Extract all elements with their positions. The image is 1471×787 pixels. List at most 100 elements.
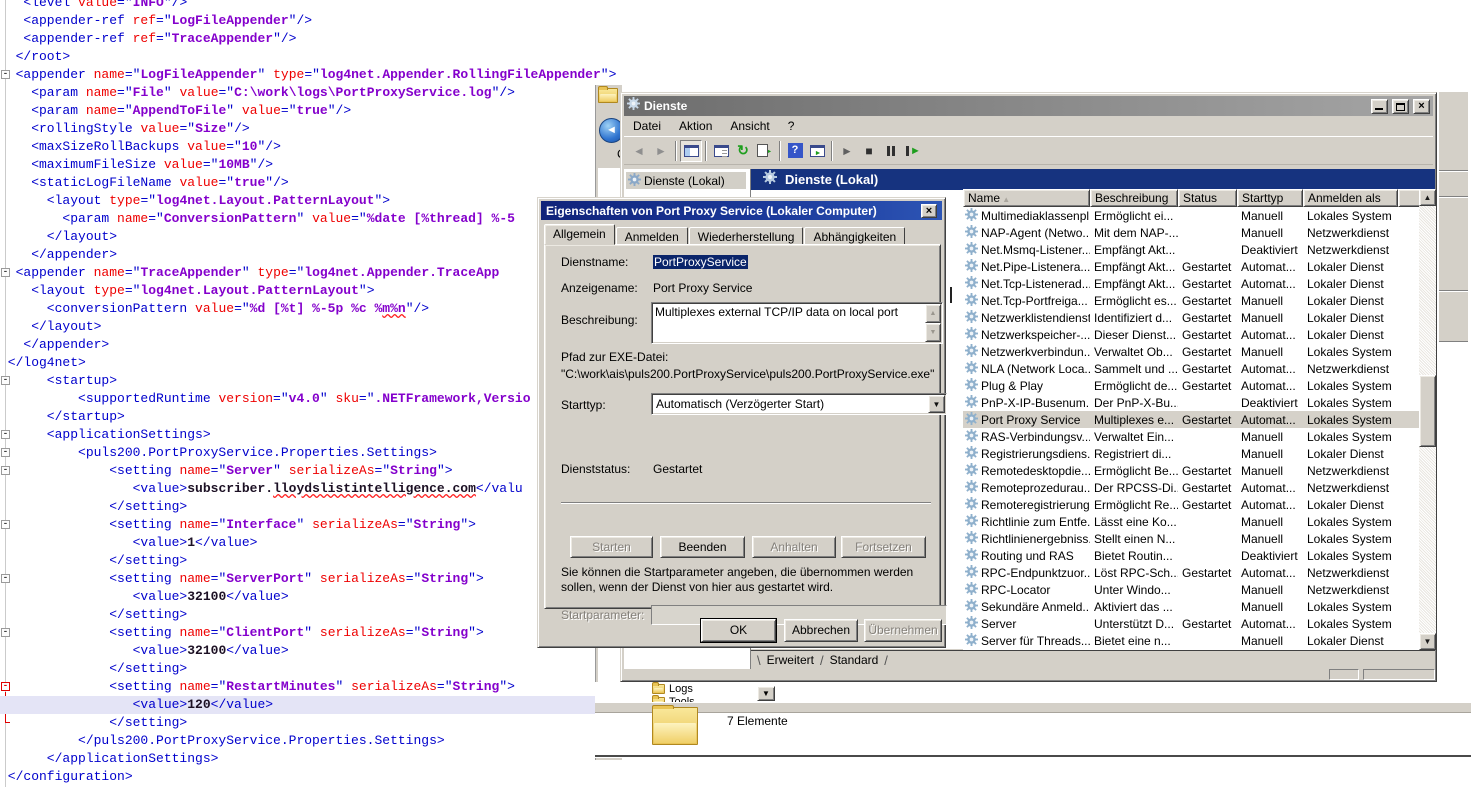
- code-line[interactable]: <level value="INFO"/>: [0, 0, 1471, 12]
- tab-allgemein[interactable]: Allgemein: [544, 224, 615, 245]
- dialog-titlebar[interactable]: Eigenschaften von Port Proxy Service (Lo…: [541, 201, 942, 220]
- fold-minus-icon[interactable]: -: [1, 70, 10, 79]
- scroll-up-icon[interactable]: ▲: [1419, 189, 1436, 206]
- column-header-name[interactable]: Name ▲: [963, 189, 1090, 207]
- refresh-icon[interactable]: ↻: [732, 140, 754, 162]
- service-row[interactable]: Server für Threads...Bietet eine n...Man…: [963, 632, 1419, 649]
- properties-icon[interactable]: [710, 140, 732, 162]
- column-header-beschreibung[interactable]: Beschreibung: [1090, 189, 1178, 207]
- code-line[interactable]: </configuration>: [0, 768, 1471, 786]
- service-row[interactable]: Plug & PlayErmöglicht de...GestartetAuto…: [963, 377, 1419, 394]
- service-row[interactable]: NetzwerklistendienstIdentifiziert d...Ge…: [963, 309, 1419, 326]
- forward-icon[interactable]: ►: [650, 140, 672, 162]
- fold-minus-icon[interactable]: -: [1, 520, 10, 529]
- services-window-titlebar[interactable]: Dienste ×: [624, 96, 1433, 116]
- service-row[interactable]: Multimediaklassenpl...Ermöglicht ei...Ma…: [963, 207, 1419, 224]
- fold-minus-icon[interactable]: -: [1, 376, 10, 385]
- beschreibung-textbox[interactable]: Multiplexes external TCP/IP data on loca…: [651, 302, 943, 344]
- menu-item-datei[interactable]: Datei: [624, 117, 670, 135]
- starttyp-combobox[interactable]: Automatisch (Verzögerter Start) ▼: [651, 393, 947, 415]
- code-line[interactable]: <value>120</value>: [0, 696, 596, 714]
- help-icon[interactable]: ?: [784, 140, 806, 162]
- tab-anmelden[interactable]: Anmelden: [616, 227, 688, 245]
- dialog-close-icon[interactable]: ×: [921, 204, 937, 218]
- view-tab-standard[interactable]: Standard: [830, 653, 879, 667]
- fold-minus-icon[interactable]: -: [1, 448, 10, 457]
- start-service-icon[interactable]: ►: [836, 140, 858, 162]
- service-gear-icon: [965, 582, 978, 598]
- code-line[interactable]: </root>: [0, 48, 1471, 66]
- ok-button[interactable]: OK: [701, 619, 776, 642]
- service-row[interactable]: RPC-Endpunktzuor...Löst RPC-Sch...Gestar…: [963, 564, 1419, 581]
- service-row[interactable]: Richtlinienergebniss...Stellt einen N...…: [963, 530, 1419, 547]
- service-row[interactable]: Port Proxy ServiceMultiplexes e...Gestar…: [963, 411, 1419, 428]
- fold-minus-icon[interactable]: -: [1, 682, 10, 691]
- service-row[interactable]: Net.Tcp-Listenerad...Empfängt Akt...Gest…: [963, 275, 1419, 292]
- tab-abhngigkeiten[interactable]: Abhängigkeiten: [804, 227, 905, 245]
- scrollbar-thumb[interactable]: [1419, 375, 1436, 447]
- service-row[interactable]: Routing und RASBietet Routin...Deaktivie…: [963, 547, 1419, 564]
- close-button[interactable]: ×: [1413, 99, 1430, 114]
- console-tree-icon[interactable]: [680, 140, 702, 162]
- fold-minus-icon[interactable]: -: [1, 466, 10, 475]
- service-row[interactable]: RAS-Verbindungsv...Verwaltet Ein...Manue…: [963, 428, 1419, 445]
- anhalten-button: Anhalten: [752, 536, 836, 558]
- service-row[interactable]: ServerUnterstützt D...GestartetAutomat..…: [963, 615, 1419, 632]
- service-row[interactable]: Net.Pipe-Listenera...Empfängt Akt...Gest…: [963, 258, 1419, 275]
- scroll-up-icon[interactable]: ▲: [925, 304, 941, 323]
- service-row[interactable]: Richtlinie zum Entfe...Lässt eine Ko...M…: [963, 513, 1419, 530]
- restart-service-icon[interactable]: ►: [902, 140, 924, 162]
- code-line[interactable]: <appender-ref ref="LogFileAppender"/>: [0, 12, 1471, 30]
- fold-minus-icon[interactable]: -: [1, 574, 10, 583]
- services-list[interactable]: Name ▲BeschreibungStatusStarttypAnmelden…: [963, 189, 1436, 650]
- service-row[interactable]: Netzwerkverbindun...Verwaltet Ob...Gesta…: [963, 343, 1419, 360]
- tab-wiederherstellung[interactable]: Wiederherstellung: [689, 227, 804, 245]
- menu-item-aktion[interactable]: Aktion: [670, 117, 721, 135]
- tree-item-dienste-lokal[interactable]: Dienste (Lokal): [626, 172, 746, 189]
- chevron-down-icon[interactable]: ▼: [928, 395, 945, 413]
- column-header-anmeldenals[interactable]: Anmelden als: [1303, 189, 1398, 207]
- service-row[interactable]: RPC-LocatorUnter Windo...ManuellNetzwerk…: [963, 581, 1419, 598]
- abbrechen-button[interactable]: Abbrechen: [784, 619, 858, 642]
- maximize-button[interactable]: [1392, 99, 1409, 114]
- service-row[interactable]: NLA (Network Loca...Sammelt und ...Gesta…: [963, 360, 1419, 377]
- vertical-scrollbar[interactable]: ▲ ▼: [1419, 189, 1436, 650]
- view-tab-erweitert[interactable]: Erweitert: [767, 653, 814, 667]
- separator: [561, 502, 931, 504]
- fortsetzen-button: Fortsetzen: [841, 536, 926, 558]
- service-row[interactable]: Sekundäre Anmeld...Aktiviert das ...Manu…: [963, 598, 1419, 615]
- service-row[interactable]: RemoteregistrierungErmöglicht Re...Gesta…: [963, 496, 1419, 513]
- scroll-down-icon[interactable]: ▼: [1419, 633, 1436, 650]
- explorer-tree-item[interactable]: Logs: [652, 683, 693, 695]
- fold-minus-icon[interactable]: -: [1, 628, 10, 637]
- back-icon[interactable]: ◄: [628, 140, 650, 162]
- service-row[interactable]: Registrierungsdiens...Registriert di...M…: [963, 445, 1419, 462]
- fold-minus-icon[interactable]: -: [1, 268, 10, 277]
- minimize-button[interactable]: [1371, 99, 1388, 114]
- service-row[interactable]: Remoteprozedurau...Der RPCSS-Di...Gestar…: [963, 479, 1419, 496]
- service-row[interactable]: Net.Msmq-Listener...Empfängt Akt...Deakt…: [963, 241, 1419, 258]
- service-gear-icon: [965, 565, 978, 581]
- menu-item-ansicht[interactable]: Ansicht: [721, 117, 778, 135]
- scroll-down-icon[interactable]: ▼: [925, 323, 941, 342]
- menu-item-[interactable]: ?: [779, 117, 804, 135]
- column-header-status[interactable]: Status: [1178, 189, 1237, 207]
- service-row[interactable]: Remotedesktopdie...Ermöglicht Be...Gesta…: [963, 462, 1419, 479]
- service-gear-icon: [965, 242, 978, 258]
- starttyp-label: Starttyp:: [561, 398, 606, 412]
- service-row[interactable]: Netzwerkspeicher-...Dieser Dienst...Gest…: [963, 326, 1419, 343]
- service-row[interactable]: PnP-X-IP-Busenum...Der PnP-X-Bu...Deakti…: [963, 394, 1419, 411]
- service-row[interactable]: Net.Tcp-Portfreiga...Ermöglicht es...Ges…: [963, 292, 1419, 309]
- export-list-icon[interactable]: ►: [754, 140, 776, 162]
- code-line[interactable]: <appender name="LogFileAppender" type="l…: [0, 66, 1471, 84]
- column-header-starttyp[interactable]: Starttyp: [1237, 189, 1303, 207]
- extended-view-icon[interactable]: ►: [806, 140, 828, 162]
- fold-minus-icon[interactable]: -: [1, 430, 10, 439]
- beenden-button[interactable]: Beenden: [660, 536, 745, 558]
- stop-service-icon[interactable]: ■: [858, 140, 880, 162]
- pfad-value: "C:\work\ais\puls200.PortProxyService\pu…: [561, 367, 934, 381]
- dropdown-arrow-button[interactable]: ▼: [757, 686, 775, 701]
- pause-service-icon[interactable]: [880, 140, 902, 162]
- code-line[interactable]: <appender-ref ref="TraceAppender"/>: [0, 30, 1471, 48]
- service-row[interactable]: NAP-Agent (Netwo...Mit dem NAP-...Manuel…: [963, 224, 1419, 241]
